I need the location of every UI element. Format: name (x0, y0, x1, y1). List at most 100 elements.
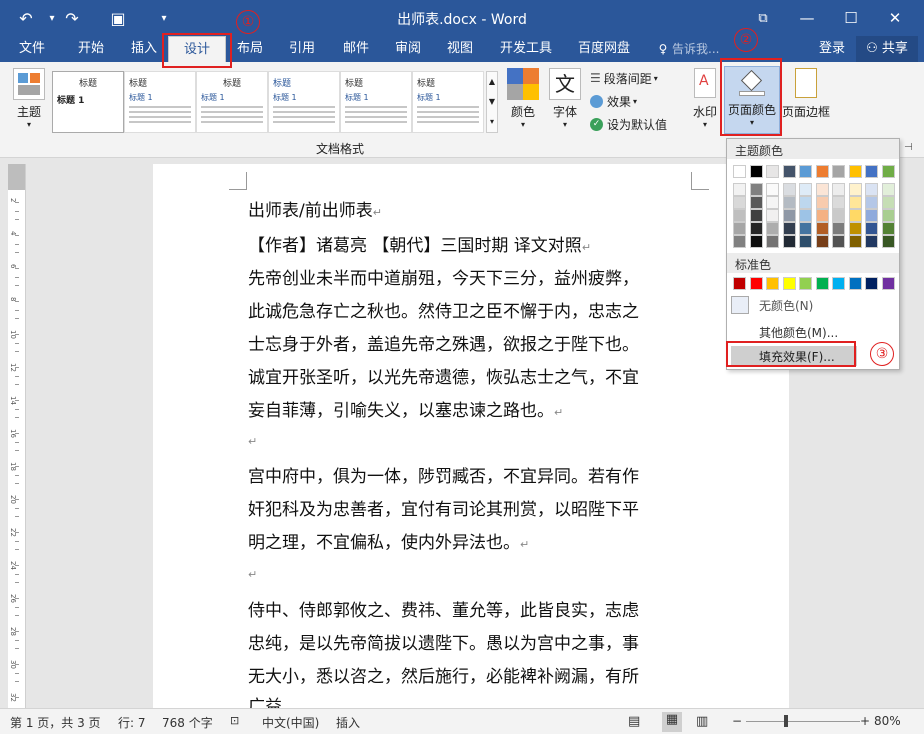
theme-color-swatch[interactable] (881, 183, 895, 196)
zoom-in-button[interactable]: + (860, 714, 870, 728)
theme-color-swatch[interactable] (733, 183, 746, 196)
theme-color-swatch[interactable] (881, 196, 895, 209)
effects-button[interactable]: 效果 ▾ (590, 91, 637, 111)
theme-color-swatch[interactable] (733, 196, 746, 209)
theme-color-swatch[interactable] (749, 209, 763, 222)
theme-color-swatch[interactable] (848, 222, 862, 235)
tab-layout[interactable]: 布局 (226, 36, 274, 62)
theme-color-swatch[interactable] (815, 165, 829, 178)
standard-color-swatch[interactable] (766, 277, 779, 290)
colors-button[interactable]: 颜色 ▾ (506, 68, 540, 129)
style-thumb-2[interactable]: 标题 标题 1 (124, 71, 196, 133)
theme-color-swatch[interactable] (865, 196, 878, 209)
word-count[interactable]: 768 个字 (162, 714, 213, 731)
style-thumb-4[interactable]: 标题 标题 1 (268, 71, 340, 133)
ribbon-display-icon[interactable]: ⧉ (748, 4, 778, 32)
zoom-level[interactable]: 80% (874, 714, 901, 728)
theme-color-swatch[interactable] (881, 235, 895, 248)
theme-color-swatch[interactable] (766, 196, 779, 209)
theme-color-swatch[interactable] (848, 196, 862, 209)
doc-line[interactable]: 无大小，悉以咨之，然后施行，必能裨补阙漏，有所 (248, 662, 639, 687)
paragraph-spacing-button[interactable]: ☰ 段落间距 ▾ (590, 68, 658, 88)
standard-color-swatch[interactable] (733, 277, 746, 290)
tab-file[interactable]: 文件 (8, 36, 56, 62)
theme-color-swatch[interactable] (832, 235, 845, 248)
close-icon[interactable]: ✕ (880, 4, 910, 32)
theme-color-swatch[interactable] (782, 235, 796, 248)
page-count[interactable]: 第 1 页，共 3 页 (10, 714, 101, 731)
login-link[interactable]: 登录 (812, 36, 852, 62)
theme-color-swatch[interactable] (881, 165, 895, 178)
standard-color-swatch[interactable] (881, 277, 895, 290)
theme-color-swatch[interactable] (766, 165, 779, 178)
theme-color-swatch[interactable] (782, 196, 796, 209)
theme-color-swatch[interactable] (881, 209, 895, 222)
theme-color-swatch[interactable] (832, 209, 845, 222)
tab-view[interactable]: 视图 (436, 36, 484, 62)
zoom-slider-thumb[interactable] (784, 715, 788, 727)
doc-line-empty[interactable]: ↵ (248, 563, 257, 583)
tab-baidu-netdisk[interactable]: 百度网盘 (572, 36, 636, 62)
theme-color-swatch[interactable] (815, 196, 829, 209)
maximize-icon[interactable]: ☐ (836, 4, 866, 32)
vertical-ruler[interactable]: 2 4 6 8 10 12 14 16 18 20 22 24 26 28 30… (8, 164, 26, 708)
theme-color-swatch[interactable] (815, 209, 829, 222)
theme-color-swatch[interactable] (782, 222, 796, 235)
proofing-icon[interactable]: ⊡ (230, 714, 239, 727)
standard-color-swatch[interactable] (848, 277, 862, 290)
theme-color-swatch[interactable] (815, 183, 829, 196)
doc-line[interactable]: 此诚危急存亡之秋也。然侍卫之臣不懈于内，忠志之 (248, 297, 639, 322)
doc-line[interactable]: 奸犯科及为忠善者，宜付有司论其刑赏，以昭陛下平 (248, 495, 639, 520)
theme-color-swatch[interactable] (749, 165, 763, 178)
style-thumb-5[interactable]: 标题 标题 1 (340, 71, 412, 133)
theme-color-swatch[interactable] (766, 209, 779, 222)
language[interactable]: 中文(中国) (262, 714, 319, 731)
tab-home[interactable]: 开始 (66, 36, 116, 62)
theme-color-swatch[interactable] (848, 209, 862, 222)
read-mode-icon[interactable]: ▤ (628, 714, 640, 729)
themes-button[interactable]: 主题 ▾ (10, 68, 48, 129)
theme-color-swatch[interactable] (815, 235, 829, 248)
print-layout-icon[interactable]: ▦ (662, 712, 682, 732)
theme-color-swatch[interactable] (733, 235, 746, 248)
style-thumb-1[interactable]: 标题 标题 1 (52, 71, 124, 133)
theme-color-swatch[interactable] (799, 235, 812, 248)
zoom-slider-track[interactable] (746, 721, 860, 722)
theme-color-swatch[interactable] (865, 209, 878, 222)
theme-color-swatch[interactable] (848, 165, 862, 178)
theme-color-swatch[interactable] (881, 222, 895, 235)
doc-line-empty[interactable]: ↵ (248, 430, 257, 450)
standard-color-swatch[interactable] (865, 277, 878, 290)
standard-color-swatch[interactable] (799, 277, 812, 290)
theme-color-swatch[interactable] (733, 222, 746, 235)
more-colors-option[interactable]: 其他颜色(M)... (731, 322, 895, 342)
standard-color-swatch[interactable] (749, 277, 763, 290)
theme-color-swatch[interactable] (766, 235, 779, 248)
doc-line[interactable]: 明之理，不宜偏私，使内外异法也。↵ (248, 528, 529, 553)
theme-color-swatch[interactable] (799, 222, 812, 235)
pin-icon[interactable]: ⊣ (904, 142, 913, 153)
watermark-button[interactable]: A 水印 ▾ (690, 68, 720, 129)
standard-color-swatch[interactable] (782, 277, 796, 290)
doc-line-author[interactable]: 【作者】诸葛亮 【朝代】三国时期 译文对照↵ (248, 231, 591, 256)
tab-review[interactable]: 审阅 (384, 36, 432, 62)
no-color-option[interactable]: 无颜色(N) (731, 295, 895, 315)
theme-color-swatch[interactable] (733, 165, 746, 178)
theme-color-swatch[interactable] (865, 235, 878, 248)
line-number[interactable]: 行: 7 (118, 714, 146, 731)
theme-color-swatch[interactable] (799, 183, 812, 196)
standard-color-swatch[interactable] (815, 277, 829, 290)
theme-color-swatch[interactable] (815, 222, 829, 235)
theme-color-swatch[interactable] (733, 209, 746, 222)
style-thumb-6[interactable]: 标题 标题 1 (412, 71, 484, 133)
doc-line[interactable]: 妄自菲薄，引喻失义，以塞忠谏之路也。↵ (248, 396, 563, 421)
doc-line[interactable]: 忠纯，是以先帝简拔以遗陛下。愚以为宫中之事，事 (248, 629, 639, 654)
theme-color-swatch[interactable] (865, 165, 878, 178)
page-borders-button[interactable]: 页面边框 (782, 68, 830, 120)
tab-references[interactable]: 引用 (278, 36, 326, 62)
doc-line[interactable]: 宫中府中，俱为一体，陟罚臧否，不宜异同。若有作 (248, 462, 639, 487)
share-button[interactable]: ⚇ 共享 (856, 36, 918, 62)
doc-line[interactable]: 士忘身于外者，盖追先帝之殊遇，欲报之于陛下也。 (248, 330, 639, 355)
theme-color-swatch[interactable] (766, 222, 779, 235)
theme-color-swatch[interactable] (865, 183, 878, 196)
